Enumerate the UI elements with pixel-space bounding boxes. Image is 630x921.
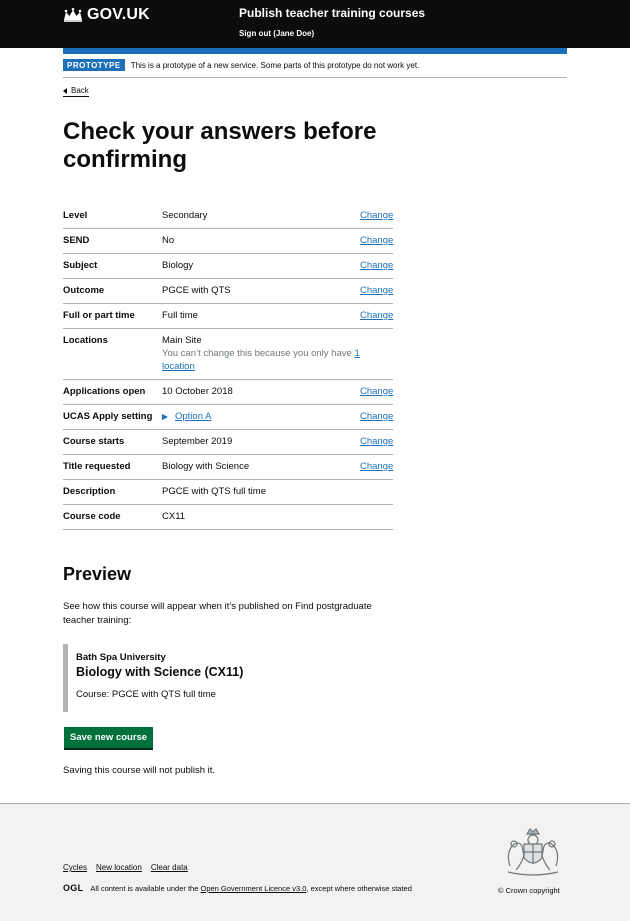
summary-value: September 2019 [162,436,233,447]
summary-key: Title requested [63,461,131,472]
change-course-starts-link[interactable]: Change [360,435,393,448]
summary-row-course-code: Course code CX11 [63,505,393,530]
summary-key: Locations [63,335,108,346]
summary-value: PGCE with QTS [162,285,231,296]
summary-action-empty [360,510,393,523]
change-send-link[interactable]: Change [360,234,393,247]
back-link-label: Back [71,86,89,95]
back-link[interactable]: Back [63,86,89,97]
service-name[interactable]: Publish teacher training courses [239,6,425,20]
summary-key: UCAS Apply setting [63,411,153,422]
preview-course-title: Biology with Science (CX11) [76,665,244,679]
licence-prefix: All content is available under the [90,883,199,893]
summary-row-course-starts: Course starts September 2019 Change [63,430,393,455]
logo-text: GOV.UK [87,6,150,23]
summary-key: Level [63,210,88,221]
summary-value: Full time [162,310,198,321]
back-arrow-icon [63,87,67,94]
summary-key: Applications open [63,386,146,397]
summary-value: CX11 [162,511,186,522]
crown-icon [64,8,82,22]
option-a-details-toggle[interactable]: Option A [162,410,360,423]
preview-inset: Bath Spa University Biology with Science… [63,644,393,712]
summary-value: Option A [162,410,360,423]
option-a-label: Option A [175,411,212,422]
summary-row-title-requested: Title requested Biology with Science Cha… [63,455,393,480]
page-header: GOV.UK Publish teacher training courses … [0,0,630,48]
royal-coat-of-arms-icon [507,828,559,876]
preview-description: See how this course will appear when it’… [63,601,372,626]
ogl-logo-icon: OGL [63,883,84,893]
govuk-logo[interactable]: GOV.UK [63,6,150,24]
footer-link-clear-data[interactable]: Clear data [151,863,188,872]
crown-copyright[interactable]: © Crown copyright [498,886,560,895]
summary-key: Description [63,486,116,497]
summary-value: Secondary [162,210,208,221]
summary-key: SEND [63,235,90,246]
summary-key: Course starts [63,436,125,447]
summary-key: Outcome [63,285,105,296]
locations-value: Main Site [162,335,202,346]
summary-action-empty [360,485,393,498]
summary-row-subject: Subject Biology Change [63,254,393,279]
header-blue-bar [63,48,567,54]
summary-row-level: Level Secondary Change [63,204,393,229]
summary-row-description: Description PGCE with QTS full time [63,480,393,505]
page-title: Check your answers before confirming [63,118,377,173]
change-ucas-apply-link[interactable]: Change [360,410,393,423]
summary-key: Full or part time [63,310,135,321]
summary-key: Subject [63,260,98,271]
preview-university: Bath Spa University [76,652,166,663]
footer-link-cycles[interactable]: Cycles [63,863,87,872]
locations-hint: You can’t change this because you only h… [162,347,360,373]
summary-value: Biology [162,260,194,271]
locations-hint-text: You can’t change this because you only h… [162,348,352,359]
footer-link-new-location[interactable]: New location [96,863,142,872]
sign-out-link[interactable]: Sign out (Jane Doe) [239,29,314,38]
summary-value: PGCE with QTS full time [162,486,266,497]
change-subject-link[interactable]: Change [360,259,393,272]
summary-value: Main Site You can’t change this because … [162,334,360,373]
licence-suffix: , except where otherwise stated [306,883,412,893]
summary-key: Course code [63,511,121,522]
summary-row-send: SEND No Change [63,229,393,254]
change-level-link[interactable]: Change [360,209,393,222]
preview-heading: Preview [63,564,132,584]
save-note: Saving this course will not publish it. [63,765,216,776]
summary-value: 10 October 2018 [162,386,233,397]
phase-banner-text: This is a prototype of a new service. So… [130,61,420,70]
preview-course-line: Course: PGCE with QTS full time [76,689,216,700]
licence-link[interactable]: Open Government Licence v3.0 [201,884,307,893]
licence-row: OGL All content is available under the O… [63,883,412,893]
prototype-tag: PROTOTYPE [63,59,125,71]
summary-row-outcome: Outcome PGCE with QTS Change [63,279,393,304]
change-study-mode-link[interactable]: Change [360,309,393,322]
change-title-link[interactable]: Change [360,460,393,473]
summary-list: Level Secondary Change SEND No Change Su… [63,204,393,530]
change-applications-open-link[interactable]: Change [360,385,393,398]
summary-row-applications-open: Applications open 10 October 2018 Change [63,380,393,405]
summary-row-locations: Locations Main Site You can’t change thi… [63,329,393,380]
page-footer: Cycles New location Clear data OGL All c… [0,803,630,921]
save-new-course-button[interactable]: Save new course [64,727,154,748]
summary-action-empty [360,334,393,373]
summary-value: Biology with Science [162,461,250,472]
change-outcome-link[interactable]: Change [360,284,393,297]
summary-value: No [162,235,175,246]
summary-row-ucas-apply: UCAS Apply setting Option A Change [63,405,393,430]
phase-banner: PROTOTYPE This is a prototype of a new s… [63,59,567,78]
summary-row-study-mode: Full or part time Full time Change [63,304,393,329]
triangle-right-icon [162,413,168,420]
footer-links: Cycles New location Clear data [63,863,197,872]
